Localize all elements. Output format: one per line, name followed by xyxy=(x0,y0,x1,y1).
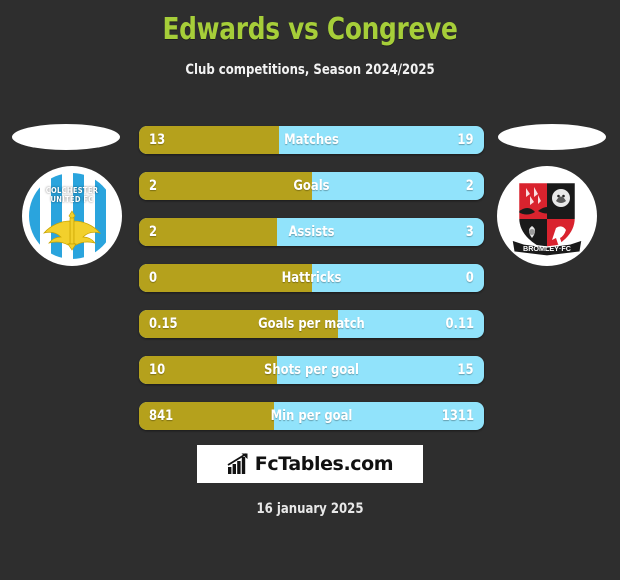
date-label: 16 january 2025 xyxy=(256,501,364,517)
stat-label: Goals xyxy=(293,178,330,194)
fctables-logo-text: FcTables.com xyxy=(254,453,394,475)
stat-label: Matches xyxy=(284,132,339,148)
stat-right-value: 15 xyxy=(457,362,474,378)
home-badge-highlight-ellipse xyxy=(12,124,120,150)
stat-right-value: 2 xyxy=(465,178,474,194)
stat-right-value: 1311 xyxy=(441,408,474,424)
stat-row: 2 Goals 2 xyxy=(139,172,484,200)
stat-bar: 13 Matches 19 xyxy=(139,126,484,154)
stat-bar: 10 Shots per goal 15 xyxy=(139,356,484,384)
home-crest-line2: UNITED FC xyxy=(50,195,94,204)
stat-right-value: 0.11 xyxy=(445,316,474,332)
stat-bars-list: 13 Matches 19 2 Goals 2 2 Assists 3 0 Hattricks 0 0.… xyxy=(139,126,484,448)
home-crest-line1: COLCHESTER xyxy=(45,186,99,195)
stat-bar: 0.15 Goals per match 0.11 xyxy=(139,310,484,338)
stats-comparison-infographic: Edwards vs Congreve Club competitions, S… xyxy=(0,0,620,580)
stat-row: 841 Min per goal 1311 xyxy=(139,402,484,430)
stat-row: 10 Shots per goal 15 xyxy=(139,356,484,384)
stat-row: 13 Matches 19 xyxy=(139,126,484,154)
stat-right-value: 19 xyxy=(457,132,474,148)
stat-label: Min per goal xyxy=(270,408,353,424)
stat-right-value: 0 xyxy=(465,270,474,286)
stat-bar: 2 Assists 3 xyxy=(139,218,484,246)
stat-row: 2 Assists 3 xyxy=(139,218,484,246)
away-badge-disc: BROMLEY·FC xyxy=(497,166,597,266)
svg-text:BROMLEY·FC: BROMLEY·FC xyxy=(523,244,571,253)
stat-bar: 841 Min per goal 1311 xyxy=(139,402,484,430)
page-title: Edwards vs Congreve xyxy=(162,12,458,47)
stat-row: 0.15 Goals per match 0.11 xyxy=(139,310,484,338)
stat-row: 0 Hattricks 0 xyxy=(139,264,484,292)
colchester-crest-icon: COLCHESTER UNITED FC xyxy=(29,173,115,259)
fctables-logo[interactable]: FcTables.com xyxy=(197,445,423,483)
stat-right-value: 3 xyxy=(465,224,474,240)
away-team-badge: BROMLEY·FC xyxy=(497,166,597,266)
stat-label: Assists xyxy=(288,224,335,240)
bar-chart-arrow-icon xyxy=(227,453,248,474)
bromley-crest-icon: BROMLEY·FC xyxy=(511,180,583,257)
stat-label: Goals per match xyxy=(258,316,365,332)
away-badge-highlight-ellipse xyxy=(498,124,606,150)
home-badge-disc: COLCHESTER UNITED FC xyxy=(22,166,122,266)
stat-bar: 0 Hattricks 0 xyxy=(139,264,484,292)
stat-label: Hattricks xyxy=(281,270,342,286)
eagle-icon xyxy=(43,210,101,251)
stat-bar: 2 Goals 2 xyxy=(139,172,484,200)
stat-label: Shots per goal xyxy=(264,362,359,378)
page-subtitle: Club competitions, Season 2024/2025 xyxy=(185,62,435,78)
home-team-badge: COLCHESTER UNITED FC xyxy=(22,166,122,266)
